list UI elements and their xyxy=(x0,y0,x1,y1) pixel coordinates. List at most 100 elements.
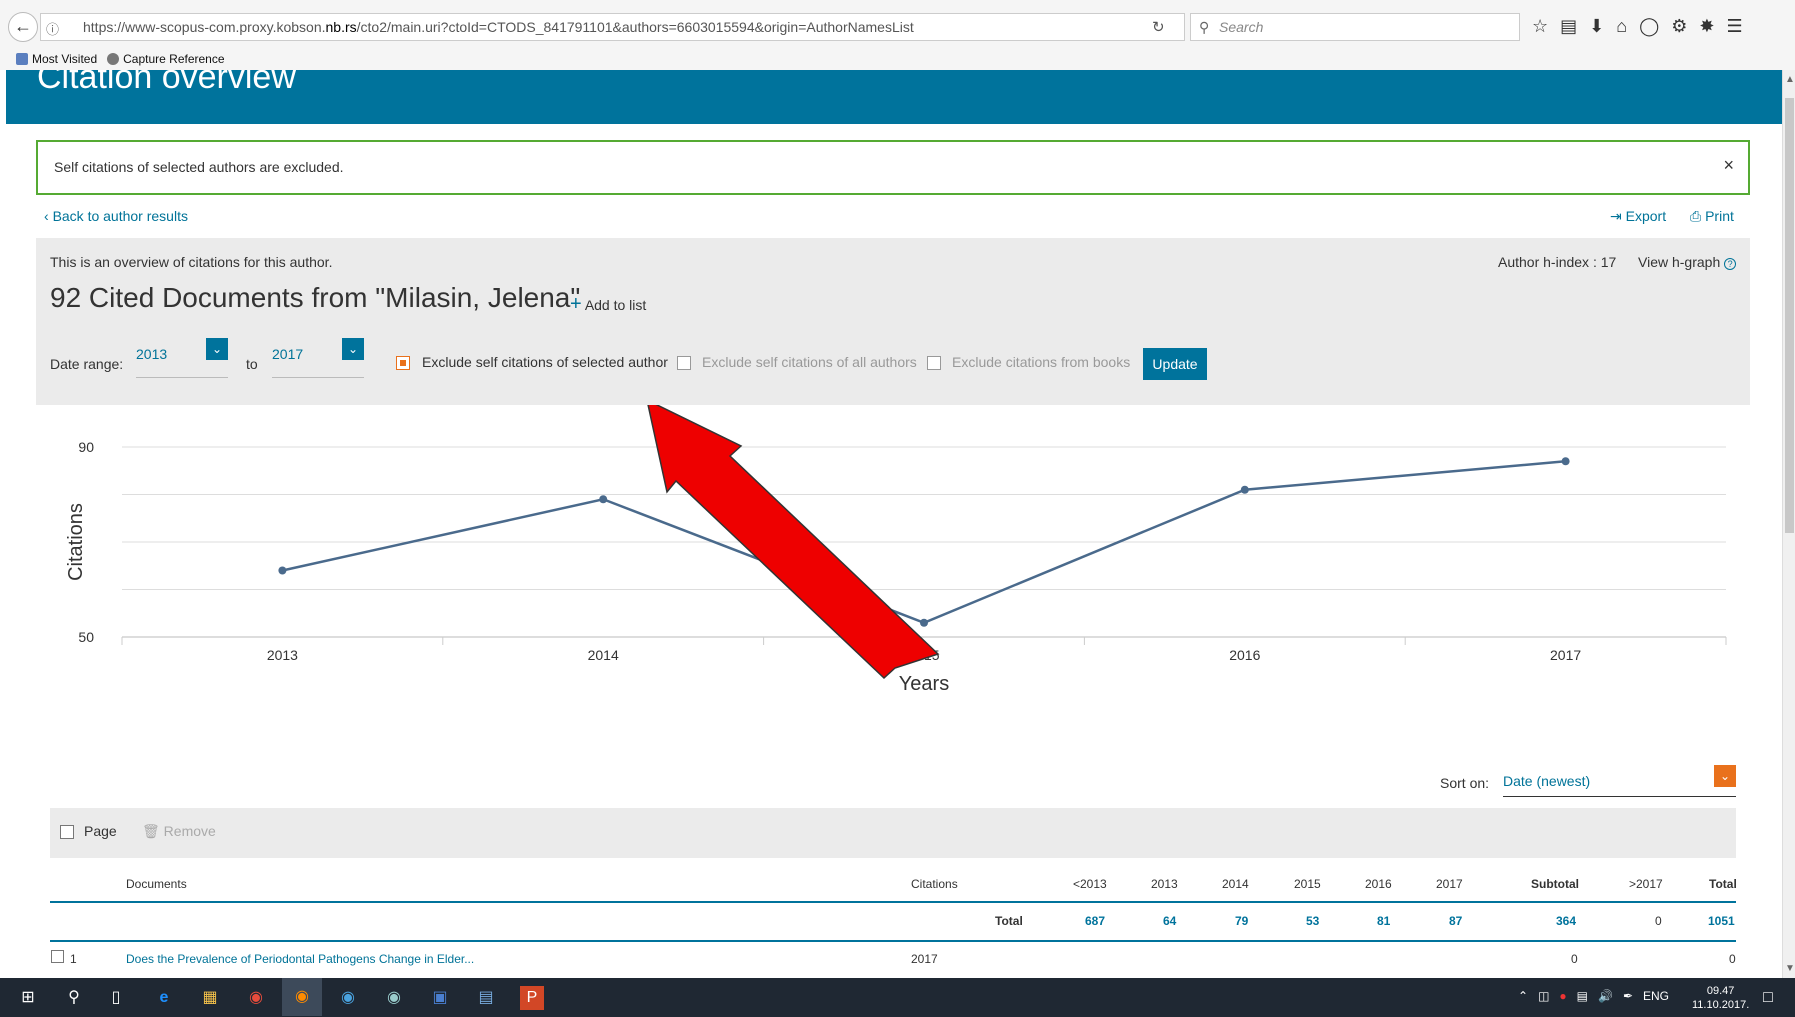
info-icon[interactable]: ⓘ xyxy=(46,19,59,38)
self-citation-notice: Self citations of selected authors are e… xyxy=(36,140,1750,195)
back-to-results-link[interactable]: ‹ Back to author results xyxy=(44,208,188,224)
file-explorer-icon[interactable]: ▦ xyxy=(198,986,222,1010)
clock[interactable]: 09.47 11.10.2017. xyxy=(1692,984,1749,1012)
url-bar[interactable]: https://www-scopus-com.proxy.kobson.nb.r… xyxy=(40,13,1185,41)
acrobat-icon[interactable]: ● xyxy=(1559,989,1566,1003)
exclude-selected-checkbox[interactable] xyxy=(396,356,410,370)
remove-button[interactable]: 🗑 Remove xyxy=(142,823,216,840)
total-2015[interactable]: 53 xyxy=(1306,914,1319,928)
total-grand[interactable]: 1051 xyxy=(1708,914,1735,928)
total-before-2013[interactable]: 687 xyxy=(1085,914,1105,928)
col-2016: 2016 xyxy=(1365,877,1392,891)
volume-icon[interactable]: 🔊 xyxy=(1598,989,1613,1003)
add-to-list-link[interactable]: + Add to list xyxy=(570,293,646,316)
exclude-books-checkbox[interactable] xyxy=(927,356,941,370)
scroll-up-icon[interactable]: ▲ xyxy=(1785,74,1795,85)
total-2017[interactable]: 87 xyxy=(1449,914,1462,928)
date-from-select[interactable]: 2013 ⌄ xyxy=(136,338,228,378)
reload-icon[interactable]: ↻ xyxy=(1152,18,1165,36)
addon-icon[interactable]: ✸ xyxy=(1699,16,1714,37)
date-to-value: 2017 xyxy=(272,346,304,362)
x-tick-label: 2017 xyxy=(1550,647,1581,663)
date-to-select[interactable]: 2017 ⌄ xyxy=(272,338,364,378)
chrome-icon[interactable]: ◉ xyxy=(244,986,268,1010)
update-button[interactable]: Update xyxy=(1143,348,1207,380)
header-rule xyxy=(50,901,1736,903)
chevron-down-icon[interactable]: ⌄ xyxy=(342,338,364,360)
col-citations: Citations xyxy=(911,877,958,891)
document-year: 2017 xyxy=(911,952,938,966)
powerpoint-icon[interactable]: P xyxy=(520,986,544,1010)
row-number: 1 xyxy=(70,952,77,966)
total-subtotal[interactable]: 364 xyxy=(1556,914,1576,928)
scroll-down-icon[interactable]: ▼ xyxy=(1785,963,1795,974)
total-2016[interactable]: 81 xyxy=(1377,914,1390,928)
cited-documents-heading: 92 Cited Documents from "Milasin, Jelena… xyxy=(50,282,581,313)
total-2013[interactable]: 64 xyxy=(1163,914,1176,928)
language-indicator[interactable]: ENG xyxy=(1643,989,1669,1003)
bookmark-capture-reference[interactable]: Capture Reference xyxy=(107,52,225,66)
app-icon[interactable]: ◉ xyxy=(382,986,406,1010)
globe-icon[interactable]: ◉ xyxy=(336,986,360,1010)
col-before-2013: <2013 xyxy=(1073,877,1107,891)
home-icon[interactable]: ⌂ xyxy=(1616,16,1627,37)
reading-list-icon[interactable]: ▤ xyxy=(1560,16,1577,37)
download-icon[interactable]: ⬇ xyxy=(1589,16,1604,37)
network-icon[interactable]: ▤ xyxy=(1577,989,1588,1003)
extension-icon[interactable]: ⚙ xyxy=(1671,16,1687,37)
sort-value: Date (newest) xyxy=(1503,773,1591,789)
notice-text: Self citations of selected authors are e… xyxy=(54,159,344,175)
export-button[interactable]: ⇥ Export xyxy=(1610,208,1666,225)
save-disk-icon[interactable]: ▣ xyxy=(428,986,452,1010)
chevron-up-icon[interactable]: ⌃ xyxy=(1518,989,1528,1003)
exclude-all-checkbox[interactable] xyxy=(677,356,691,370)
select-page-checkbox[interactable] xyxy=(60,825,74,839)
data-point xyxy=(920,618,928,627)
search-icon: ⚲ xyxy=(1199,19,1210,35)
usb-icon[interactable]: ◫ xyxy=(1538,989,1549,1003)
windows-taskbar: ⊞ ⚲ ▯ e ▦ ◉ ◉ ◉ ◉ ▣ ▤ P ⌃ ◫ ● ▤ 🔊 ✒ ENG … xyxy=(0,978,1795,1017)
notification-icon[interactable]: □ xyxy=(1756,986,1780,1010)
chevron-down-icon[interactable]: ⌄ xyxy=(206,338,228,360)
document-title-link[interactable]: Does the Prevalence of Periodontal Patho… xyxy=(126,952,474,966)
close-icon[interactable]: × xyxy=(1723,140,1734,191)
total-2014[interactable]: 79 xyxy=(1235,914,1248,928)
windows-start-icon[interactable]: ⊞ xyxy=(16,986,40,1010)
firefox-icon[interactable]: ◉ xyxy=(282,978,322,1016)
clock-time: 09.47 xyxy=(1706,985,1735,997)
back-button[interactable]: ← xyxy=(8,12,38,42)
row-checkbox[interactable] xyxy=(51,950,64,963)
col-2014: 2014 xyxy=(1222,877,1249,891)
search-placeholder: Search xyxy=(1219,19,1264,35)
menu-icon[interactable]: ☰ xyxy=(1727,16,1743,37)
y-axis-label: Citations xyxy=(65,503,87,581)
page-label: Page xyxy=(84,823,117,839)
totals-label: Total xyxy=(995,914,1023,928)
col-documents: Documents xyxy=(126,877,187,891)
browser-search-input[interactable]: ⚲ Search xyxy=(1190,13,1520,41)
x-tick-label: 2014 xyxy=(588,647,619,663)
bookmark-most-visited[interactable]: Most Visited xyxy=(16,52,97,66)
pocket-icon[interactable]: ◯ xyxy=(1639,16,1659,37)
scroll-thumb[interactable] xyxy=(1785,98,1794,533)
chevron-down-icon[interactable]: ⌄ xyxy=(1714,765,1736,787)
col-2013: 2013 xyxy=(1151,877,1178,891)
notes-icon[interactable]: ▤ xyxy=(474,986,498,1010)
print-button[interactable]: ⎙ Print xyxy=(1690,208,1734,225)
pen-icon[interactable]: ✒ xyxy=(1623,989,1633,1003)
search-icon[interactable]: ⚲ xyxy=(62,986,86,1010)
page-scrollbar[interactable]: ▲ ▼ xyxy=(1782,70,1795,978)
bookmark-star-icon[interactable]: ☆ xyxy=(1532,16,1548,37)
data-point xyxy=(599,495,608,504)
task-view-icon[interactable]: ▯ xyxy=(104,986,128,1010)
col-2017: 2017 xyxy=(1436,877,1463,891)
edge-icon[interactable]: e xyxy=(152,986,176,1010)
clock-date: 11.10.2017. xyxy=(1692,999,1750,1011)
sort-select[interactable]: Date (newest) ⌄ xyxy=(1503,765,1736,797)
url-suffix: /cto2/main.uri?ctoId=CTODS_841791101&aut… xyxy=(356,19,914,35)
system-tray: ⌃ ◫ ● ▤ 🔊 ✒ ENG xyxy=(1518,989,1669,1003)
view-h-graph-link[interactable]: View h-graph ? xyxy=(1638,254,1737,270)
page-title: Citation overview xyxy=(37,70,296,96)
h-index-value: Author h-index : 17 xyxy=(1498,254,1617,270)
help-icon[interactable]: ? xyxy=(1724,258,1737,270)
